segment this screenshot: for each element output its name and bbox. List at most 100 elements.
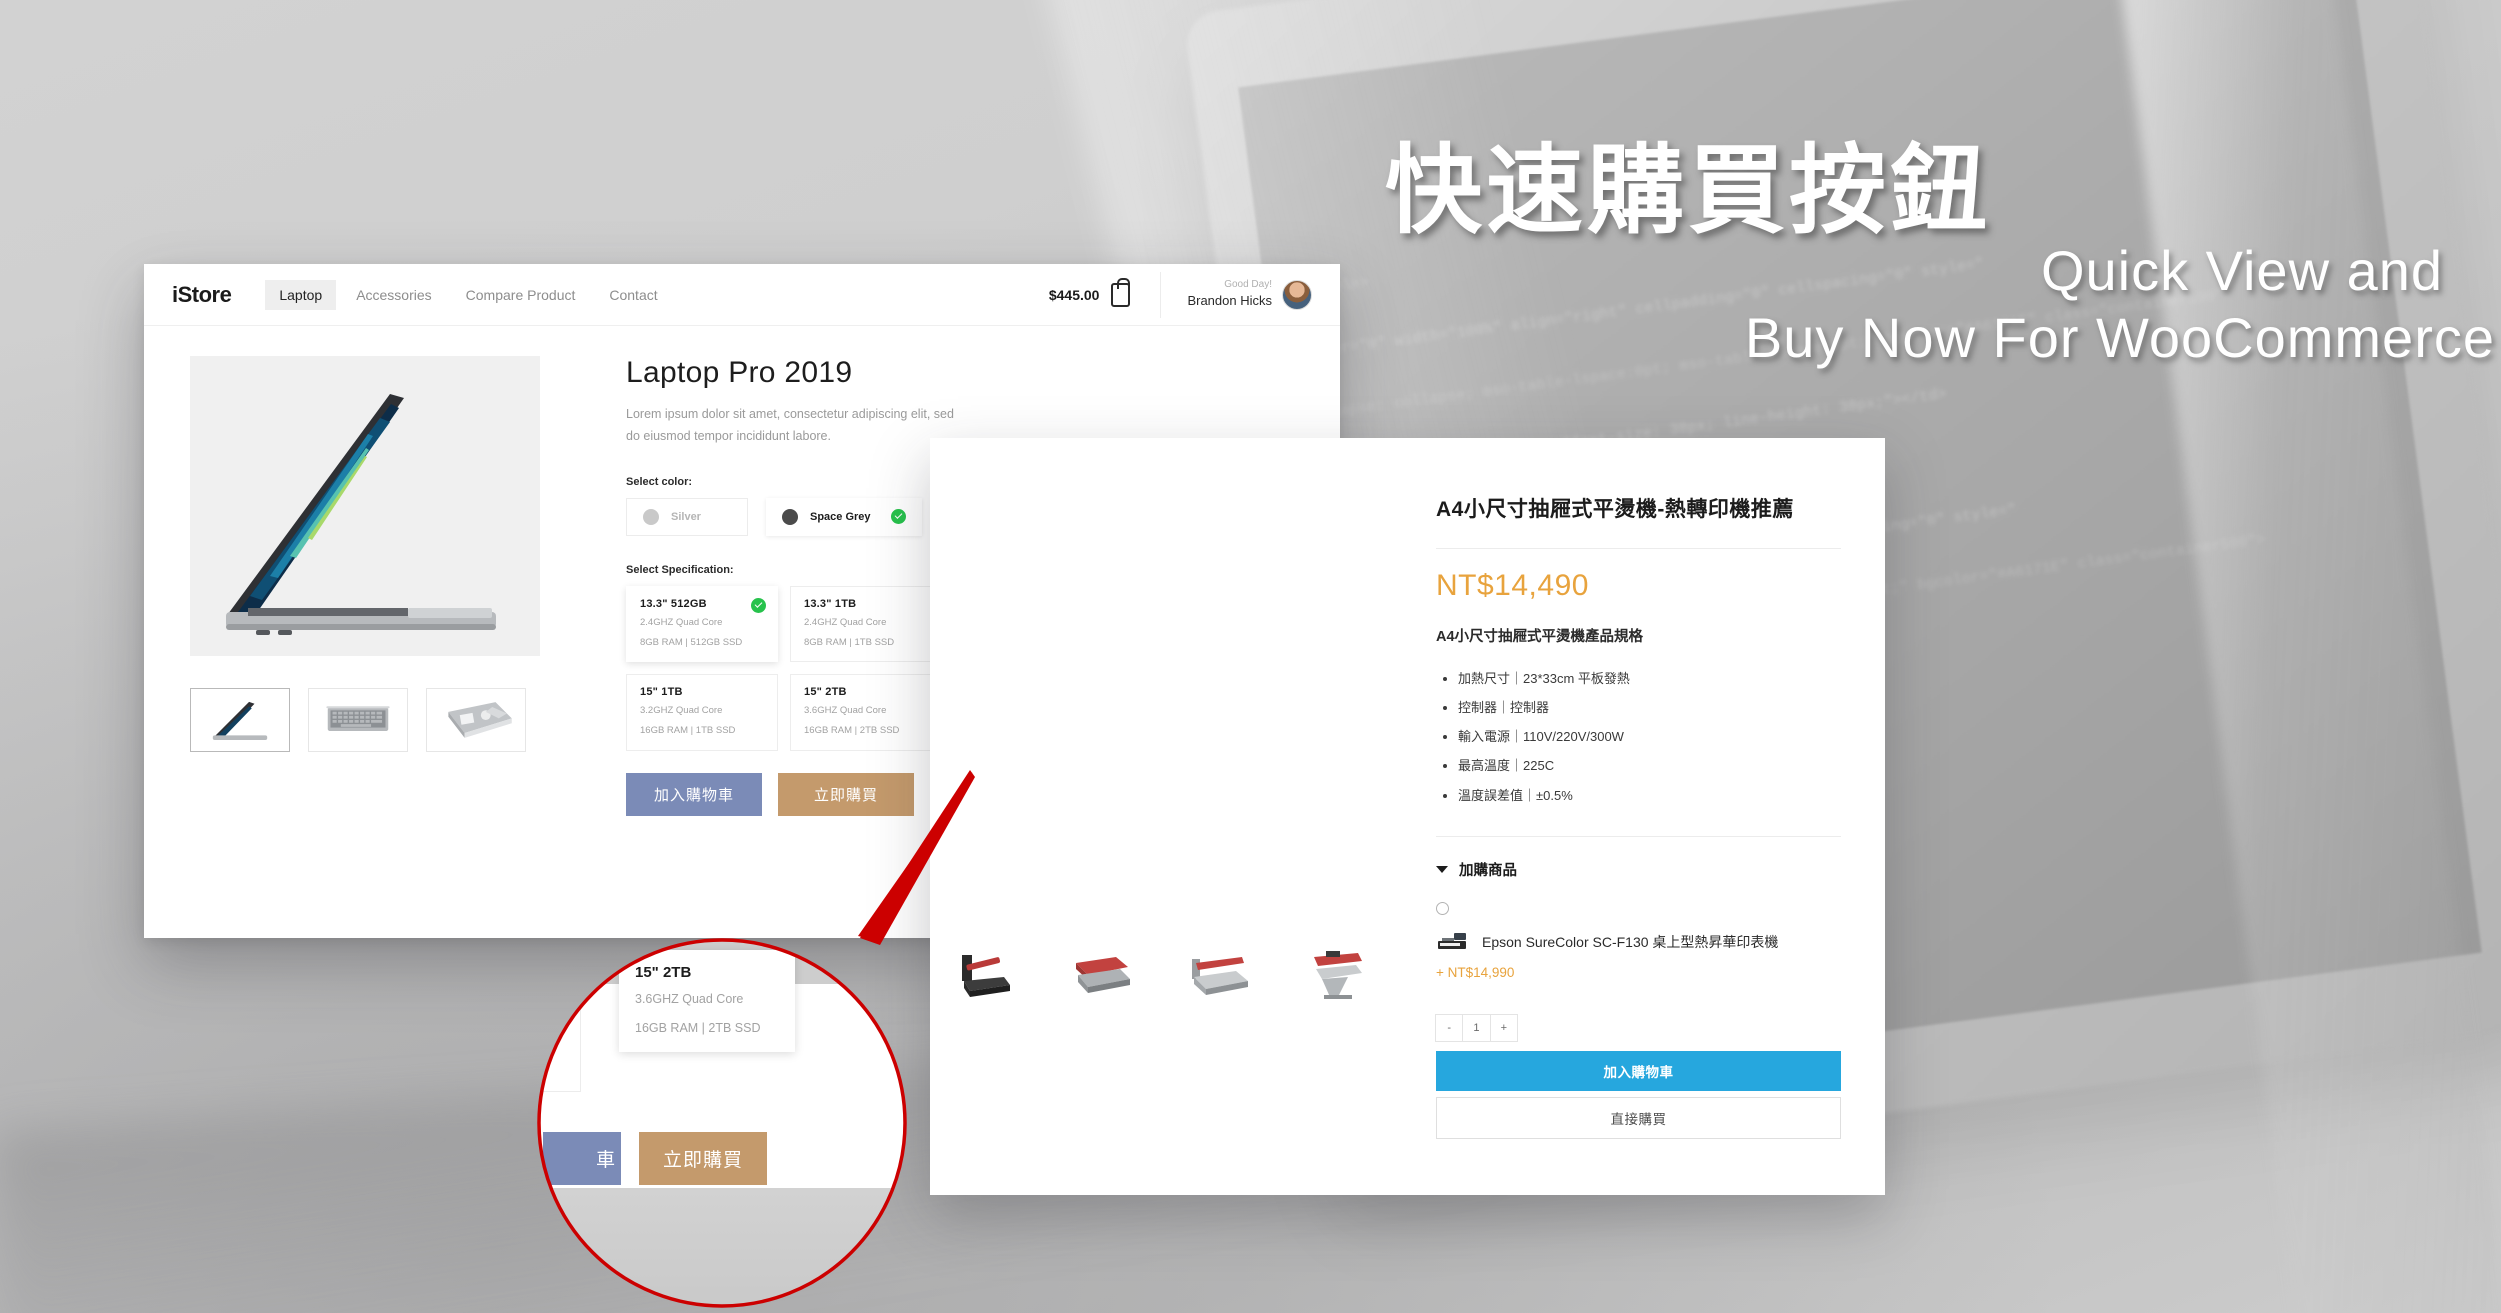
magnified-spec-cpu: 3.6GHZ Quad Core [635, 992, 744, 1006]
product-gallery [190, 356, 610, 816]
spec-option-3-name: 15" 2TB [804, 686, 847, 699]
headline-english-line2: Buy Now For WooCommerce [1744, 305, 2495, 369]
headline-chinese: 快速購買按鈕 [1385, 136, 1991, 245]
laptop-internals-thumb-icon [448, 702, 512, 738]
quickview-buy-now-button[interactable]: 直接購買 [1436, 1097, 1841, 1140]
heat-press-thumb-3[interactable] [1186, 951, 1252, 1005]
spec-option-2[interactable]: 15" 1TB 3.2GHZ Quad Core 16GB RAM | 1TB … [626, 674, 778, 751]
add-to-cart-button[interactable]: 加入購物車 [626, 772, 762, 816]
printer-icon [1438, 932, 1466, 949]
heat-press-thumb-4[interactable] [1304, 951, 1370, 1005]
spec-bullet-2: 輸入電源｜110V/220V/300W [1458, 722, 1841, 751]
color-option-silver-label: Silver [671, 510, 701, 523]
magnified-cta-row: 車 立即購買 [543, 1132, 767, 1185]
magnifier-adjacent-card [539, 988, 581, 1092]
addon-section-label: 加購商品 [1459, 862, 1517, 879]
color-option-silver[interactable]: Silver [626, 497, 748, 536]
spec-option-3-cpu: 3.6GHZ Quad Core [804, 705, 887, 717]
headline-english-line1: Quick View and [2040, 238, 2443, 302]
divider [1436, 835, 1841, 837]
heat-press-icon [1192, 957, 1248, 995]
heat-press-icon [1314, 951, 1362, 999]
quickview-add-to-cart-button[interactable]: 加入購物車 [1436, 1051, 1841, 1092]
quickview-thumbnails [950, 951, 1370, 1005]
magnified-buy-now-button[interactable]: 立即購買 [639, 1132, 767, 1185]
quickview-details: A4小尺寸抽屜式平燙機-熱轉印機推薦 NT$14,490 A4小尺寸抽屜式平燙機… [1408, 438, 1885, 1195]
laptop-side-illustration [190, 356, 540, 656]
user-name: Brandon Hicks [1187, 293, 1272, 309]
page-title: Laptop Pro 2019 [626, 356, 853, 389]
site-logo[interactable]: iStore [172, 282, 232, 308]
spec-option-1-name: 13.3" 1TB [804, 597, 857, 610]
space-grey-swatch-icon [782, 508, 798, 525]
magnified-add-to-cart-button[interactable]: 車 [543, 1132, 621, 1185]
magnifier-content: 15" 2TB 3.6GHZ Quad Core 16GB RAM | 2TB … [539, 940, 905, 1306]
magnified-spec-card: 15" 2TB 3.6GHZ Quad Core 16GB RAM | 2TB … [619, 950, 795, 1053]
spec-option-2-name: 15" 1TB [640, 686, 683, 699]
silver-swatch-icon [643, 508, 659, 525]
quantity-decrease-button[interactable]: - [1435, 1014, 1464, 1043]
cart-total: $445.00 [1048, 286, 1100, 303]
spec-bullet-3: 最高溫度｜225C [1458, 751, 1841, 780]
quickview-price: NT$14,490 [1436, 568, 1589, 602]
quickview-image-area[interactable] [930, 438, 1408, 1195]
spec-option-2-cpu: 3.2GHZ Quad Core [640, 705, 723, 717]
divider [1436, 547, 1841, 549]
spec-option-3[interactable]: 15" 2TB 3.6GHZ Quad Core 16GB RAM | 2TB … [790, 674, 942, 751]
addon-price: + NT$14,990 [1436, 965, 1515, 981]
buy-now-button[interactable]: 立即購買 [778, 772, 914, 816]
spec-bullet-0: 加熱尺寸｜23*33cm 平板發熱 [1458, 664, 1841, 693]
shopping-bag-icon[interactable] [1111, 277, 1131, 307]
heat-press-thumb-2[interactable] [1068, 951, 1134, 1005]
spec-option-1-cpu: 2.4GHZ Quad Core [804, 616, 887, 628]
heat-press-thumb-1[interactable] [950, 951, 1016, 1005]
quantity-input[interactable]: 1 [1462, 1014, 1491, 1043]
magnified-spec-name: 15" 2TB [635, 964, 692, 981]
navbar-right: $445.00 Good Day! Brandon Hicks [1048, 271, 1312, 318]
product-hero-image[interactable] [190, 356, 540, 656]
user-text: Good Day! Brandon Hicks [1187, 278, 1272, 310]
spec-option-0[interactable]: 13.3" 512GB 2.4GHZ Quad Core 8GB RAM | 5… [626, 585, 778, 663]
spec-option-1[interactable]: 13.3" 1TB 2.4GHZ Quad Core 8GB RAM | 1TB… [790, 585, 942, 663]
spec-option-3-mem: 16GB RAM | 2TB SSD [804, 725, 900, 737]
nav-item-accessories[interactable]: Accessories [342, 280, 445, 310]
thumbnail-3[interactable] [426, 688, 526, 752]
thumbnail-1[interactable] [190, 688, 290, 752]
chevron-down-icon [1436, 865, 1448, 873]
thumbnail-2[interactable] [308, 688, 408, 752]
user-account[interactable]: Good Day! Brandon Hicks [1160, 271, 1312, 318]
spec-option-0-cpu: 2.4GHZ Quad Core [640, 616, 723, 628]
heat-press-icon [962, 955, 1010, 997]
avatar[interactable] [1282, 279, 1312, 310]
spec-selected-check-icon [751, 597, 766, 613]
product-description: Lorem ipsum dolor sit amet, consectetur … [626, 407, 954, 443]
magnifier-bottom-band [539, 1188, 905, 1306]
laptop-side-thumb-icon [212, 701, 268, 740]
printer-thumb [1436, 931, 1470, 953]
spec-option-0-mem: 8GB RAM | 512GB SSD [640, 636, 743, 648]
addon-name: Epson SureColor SC-F130 桌上型熱昇華印表機 [1482, 933, 1779, 950]
addon-item[interactable]: Epson SureColor SC-F130 桌上型熱昇華印表機 [1436, 929, 1841, 956]
addon-section-toggle[interactable]: 加購商品 [1436, 859, 1841, 880]
spec-option-1-mem: 8GB RAM | 1TB SSD [804, 636, 895, 648]
headline-block: 快速購買按鈕 Quick View and Buy Now For WooCom… [1385, 140, 2495, 370]
magnified-spec-mem: 16GB RAM | 2TB SSD [635, 1020, 761, 1035]
addon-radio[interactable] [1436, 901, 1449, 915]
spec-bullet-4: 溫度誤差值｜±0.5% [1458, 781, 1841, 810]
selected-check-icon [890, 509, 906, 525]
quick-view-panel: A4小尺寸抽屜式平燙機-熱轉印機推薦 NT$14,490 A4小尺寸抽屜式平燙機… [930, 438, 1885, 1195]
spec-option-2-mem: 16GB RAM | 1TB SSD [640, 725, 736, 737]
nav-item-compare-product[interactable]: Compare Product [452, 280, 590, 310]
user-greeting: Good Day! [1224, 279, 1272, 291]
color-option-space-grey[interactable]: Space Grey [766, 497, 922, 536]
thumbnail-strip [190, 688, 610, 752]
nav-links: Laptop Accessories Compare Product Conta… [265, 279, 671, 310]
nav-item-laptop[interactable]: Laptop [265, 279, 337, 310]
spec-bullet-1: 控制器｜控制器 [1458, 693, 1841, 722]
heat-press-icon [1076, 957, 1130, 993]
quantity-stepper: - 1 + [1435, 1014, 1518, 1043]
nav-item-contact[interactable]: Contact [595, 280, 671, 310]
spec-option-0-name: 13.3" 512GB [640, 597, 707, 610]
laptop-keyboard-thumb-icon [326, 706, 390, 731]
quantity-increase-button[interactable]: + [1489, 1014, 1518, 1043]
